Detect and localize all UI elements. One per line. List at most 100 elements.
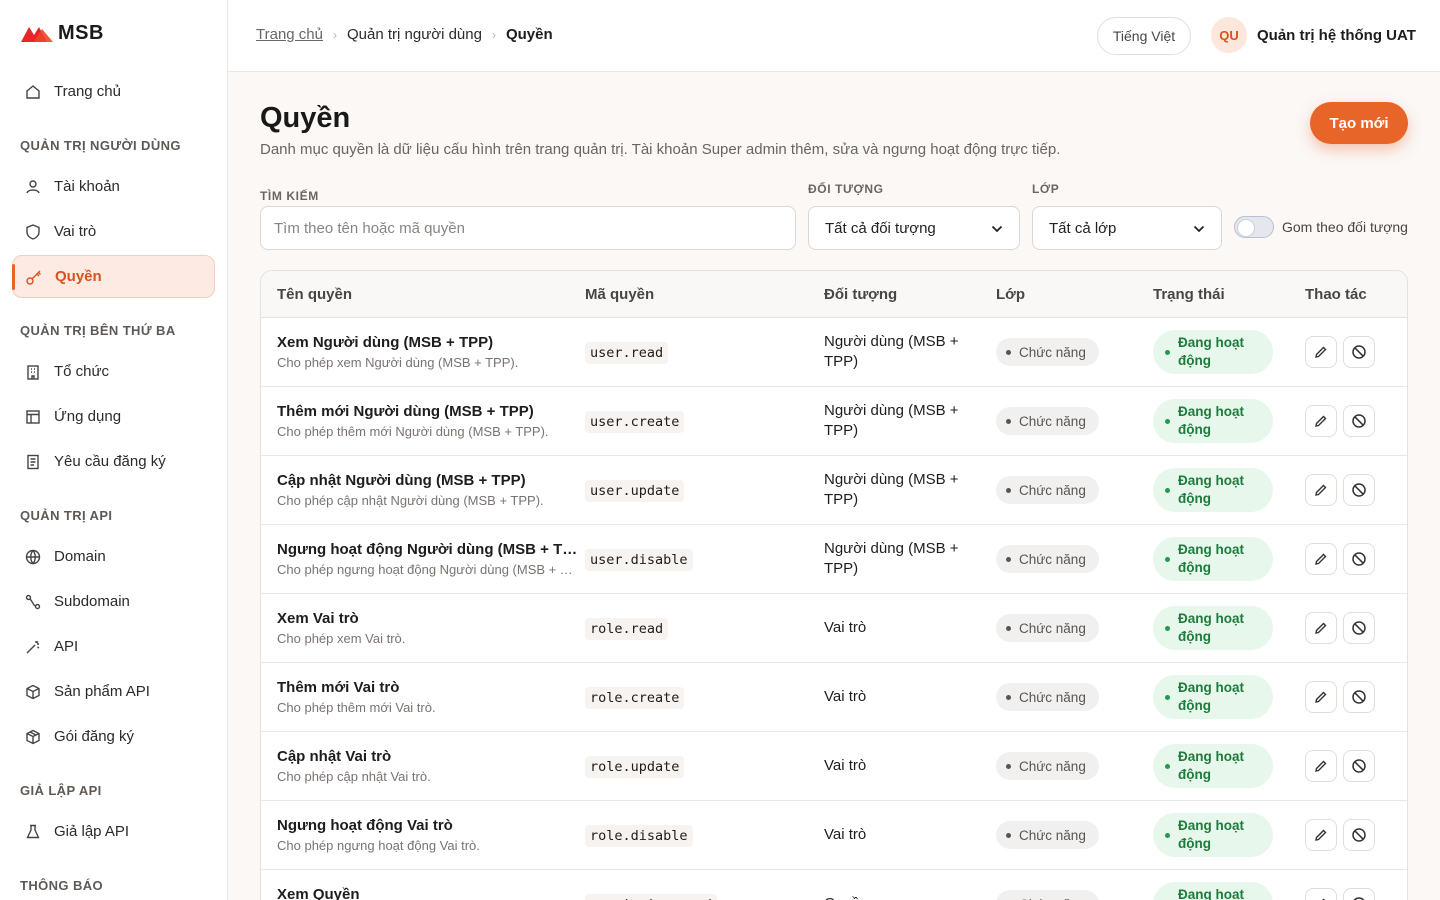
page-description: Danh mục quyền là dữ liệu cấu hình trên … [260, 141, 1061, 158]
sidebar-item-subscription-plans[interactable]: Gói đăng ký [12, 715, 215, 758]
pencil-icon [1315, 760, 1327, 772]
edit-button[interactable] [1305, 819, 1337, 851]
status-badge: Đang hoạt động [1153, 675, 1273, 719]
disable-button[interactable] [1343, 681, 1375, 713]
disable-button[interactable] [1343, 474, 1375, 506]
dot-icon [1006, 556, 1011, 562]
sidebar-nav: Trang chủ QUẢN TRỊ NGƯỜI DÙNG Tài khoản … [12, 70, 215, 900]
status-badge-label: Đang hoạt động [1178, 680, 1244, 713]
permission-class-cell: Chức năng [996, 614, 1153, 642]
status-badge-label: Đang hoạt động [1178, 404, 1244, 437]
permission-target-cell: Quyền [824, 894, 996, 900]
ban-icon [1352, 414, 1366, 428]
sidebar-item-api[interactable]: API [12, 625, 215, 668]
class-filter-select[interactable]: Tất cả lớp [1032, 206, 1222, 250]
target-filter-value: Tất cả đối tượng [825, 219, 936, 237]
page-title: Quyền [260, 102, 351, 134]
edit-button[interactable] [1305, 405, 1337, 437]
dot-icon [1165, 556, 1170, 562]
toggle-switch[interactable] [1234, 216, 1274, 238]
permission-status-cell: Đang hoạt động [1153, 813, 1305, 857]
edit-button[interactable] [1305, 336, 1337, 368]
language-button[interactable]: Tiếng Việt [1097, 17, 1191, 55]
edit-button[interactable] [1305, 681, 1337, 713]
logo-text: MSB [58, 22, 104, 44]
table-row: Ngưng hoạt động Vai trò Cho phép ngưng h… [261, 801, 1407, 870]
disable-button[interactable] [1343, 612, 1375, 644]
dot-icon [1006, 418, 1011, 424]
sidebar-item-label: Tổ chức [54, 363, 110, 380]
target-filter-label: ĐỐI TƯỢNG [808, 182, 884, 196]
permission-actions-cell [1305, 336, 1407, 368]
permission-name: Ngưng hoạt động Vai trò [277, 817, 453, 834]
msb-logo[interactable]: MSB [20, 22, 104, 45]
sidebar-item-accounts[interactable]: Tài khoản [12, 165, 215, 208]
status-badge: Đang hoạt động [1153, 813, 1273, 857]
class-badge: Chức năng [996, 821, 1099, 849]
column-header-name: Tên quyền [277, 285, 353, 303]
sidebar-item-applications[interactable]: Ứng dụng [12, 395, 215, 438]
edit-button[interactable] [1305, 612, 1337, 644]
breadcrumb-home-link[interactable]: Trang chủ [256, 26, 323, 43]
ban-icon [1352, 552, 1366, 566]
permission-status-cell: Đang hoạt động [1153, 744, 1305, 788]
sidebar-item-api-mock[interactable]: Giả lập API [12, 810, 215, 853]
sidebar-item-permissions[interactable]: Quyền [12, 255, 215, 298]
edit-button[interactable] [1305, 750, 1337, 782]
toggle-label: Gom theo đối tượng [1282, 219, 1408, 235]
target-filter-select[interactable]: Tất cả đối tượng [808, 206, 1020, 250]
permission-code-cell: user.disable [585, 548, 824, 571]
user-menu[interactable]: QU Quản trị hệ thống UAT [1211, 17, 1416, 53]
breadcrumb-current: Quyền [505, 26, 553, 43]
permission-target: Vai trò [824, 826, 867, 843]
ban-icon [1352, 828, 1366, 842]
user-icon [24, 178, 42, 196]
create-button[interactable]: Tạo mới [1310, 102, 1408, 144]
disable-button[interactable] [1343, 543, 1375, 575]
disable-button[interactable] [1343, 336, 1375, 368]
breadcrumb: Trang chủ › Quản trị người dùng › Quyền [256, 26, 553, 43]
sidebar-item-label: Sản phẩm API [54, 683, 150, 700]
disable-button[interactable] [1343, 750, 1375, 782]
sidebar-item-label: Subdomain [54, 593, 130, 610]
search-label: TÌM KIẾM [260, 189, 319, 203]
sidebar-item-organizations[interactable]: Tổ chức [12, 350, 215, 393]
disable-button[interactable] [1343, 888, 1375, 900]
sidebar-item-subdomain[interactable]: Subdomain [12, 580, 215, 623]
pencil-icon [1315, 346, 1327, 358]
status-badge-label: Đang hoạt động [1178, 473, 1244, 506]
sidebar-section-title: THÔNG BÁO [20, 877, 104, 893]
disable-button[interactable] [1343, 819, 1375, 851]
search-input[interactable] [260, 206, 796, 250]
permission-name-cell: Xem Người dùng (MSB + TPP) Cho phép xem … [261, 334, 585, 370]
permission-class-cell: Chức năng [996, 338, 1153, 366]
sidebar-item-registration-requests[interactable]: Yêu cầu đăng ký [12, 440, 215, 483]
sidebar-item-label: Trang chủ [54, 83, 121, 100]
main-content: Quyền Danh mục quyền là dữ liệu cấu hình… [228, 72, 1440, 900]
sidebar-item-roles[interactable]: Vai trò [12, 210, 215, 253]
edit-button[interactable] [1305, 888, 1337, 900]
sidebar-item-home[interactable]: Trang chủ [12, 70, 215, 113]
permission-name: Ngưng hoạt động Người dùng (MSB + TPP) [277, 541, 585, 558]
column-header-status: Trạng thái [1153, 285, 1225, 303]
pencil-icon [1315, 553, 1327, 565]
table-header: Tên quyền Mã quyền Đối tượng Lớp Trạng t… [261, 271, 1407, 318]
edit-button[interactable] [1305, 543, 1337, 575]
wand-icon [24, 638, 42, 656]
package-icon [24, 728, 42, 746]
permission-target-cell: Người dùng (MSB + TPP) [824, 401, 996, 441]
flask-icon [24, 823, 42, 841]
dot-icon [1006, 625, 1011, 631]
permission-description: Cho phép ngưng hoạt động Vai trò. [277, 838, 480, 853]
group-by-target-toggle[interactable]: Gom theo đối tượng [1234, 216, 1408, 238]
disable-button[interactable] [1343, 405, 1375, 437]
shield-icon [24, 223, 42, 241]
sidebar-item-api-products[interactable]: Sản phẩm API [12, 670, 215, 713]
table-row: Xem Người dùng (MSB + TPP) Cho phép xem … [261, 318, 1407, 387]
building-icon [24, 363, 42, 381]
sidebar-item-label: Ứng dụng [54, 408, 122, 425]
sidebar-item-domain[interactable]: Domain [12, 535, 215, 578]
avatar: QU [1211, 17, 1247, 53]
edit-button[interactable] [1305, 474, 1337, 506]
app-window-icon [24, 408, 42, 426]
